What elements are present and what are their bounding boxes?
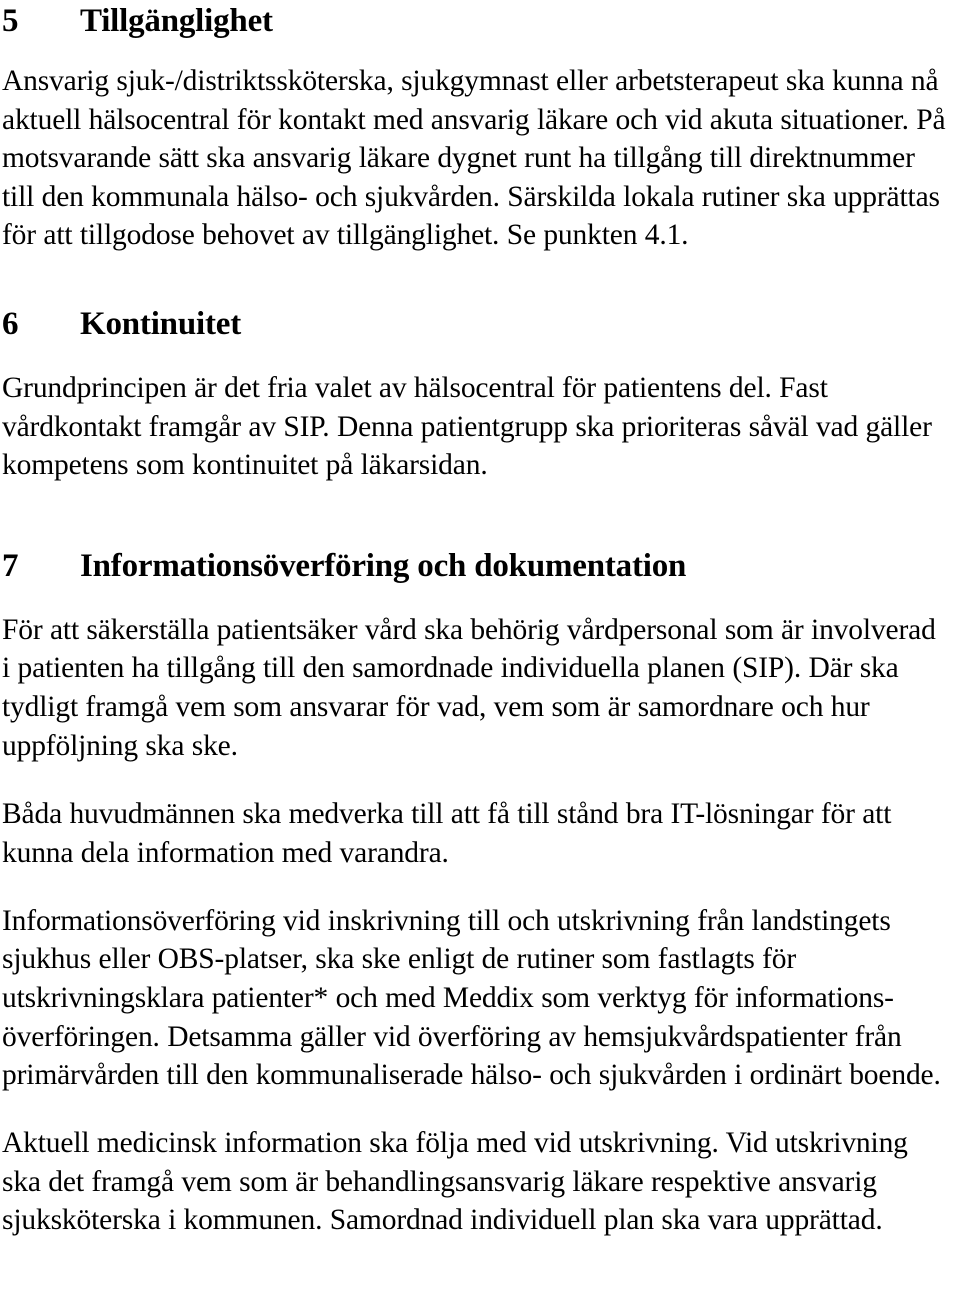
- section-5-paragraph-1: Ansvarig sjuk-/distriktssköterska, sjukg…: [2, 65, 946, 252]
- section-number-6: 6: [2, 305, 19, 342]
- section-title-5: Tillgänglighet: [80, 3, 273, 39]
- section-number-7: 7: [2, 547, 19, 584]
- section-heading-5: 5 Tillgänglighet: [2, 2, 954, 40]
- section-7-paragraph-2: Båda huvudmännen ska medverka till att f…: [2, 798, 892, 869]
- section-heading-6: 6 Kontinuitet: [2, 305, 954, 343]
- section-title-7: Informationsöverföring och dokumentation: [80, 547, 687, 584]
- document-content: 5 Tillgänglighet Ansvarig sjuk-/distrikt…: [2, 0, 954, 1270]
- section-title-6: Kontinuitet: [80, 305, 241, 342]
- section-number-5: 5: [2, 3, 19, 39]
- section-heading-7: 7 Informationsöverföring och dokumentati…: [2, 547, 954, 585]
- document-page: 5 Tillgänglighet Ansvarig sjuk-/distrikt…: [0, 0, 960, 1310]
- section-7-paragraph-4: Aktuell medicinsk information ska följa …: [2, 1127, 908, 1237]
- section-7-paragraph-3: Informationsöverföring vid inskrivning t…: [2, 904, 941, 1092]
- section-7-paragraph-1: För att säkerställa patientsäker vård sk…: [2, 613, 936, 762]
- section-6-paragraph-1: Grundprincipen är det fria valet av häls…: [2, 371, 932, 482]
